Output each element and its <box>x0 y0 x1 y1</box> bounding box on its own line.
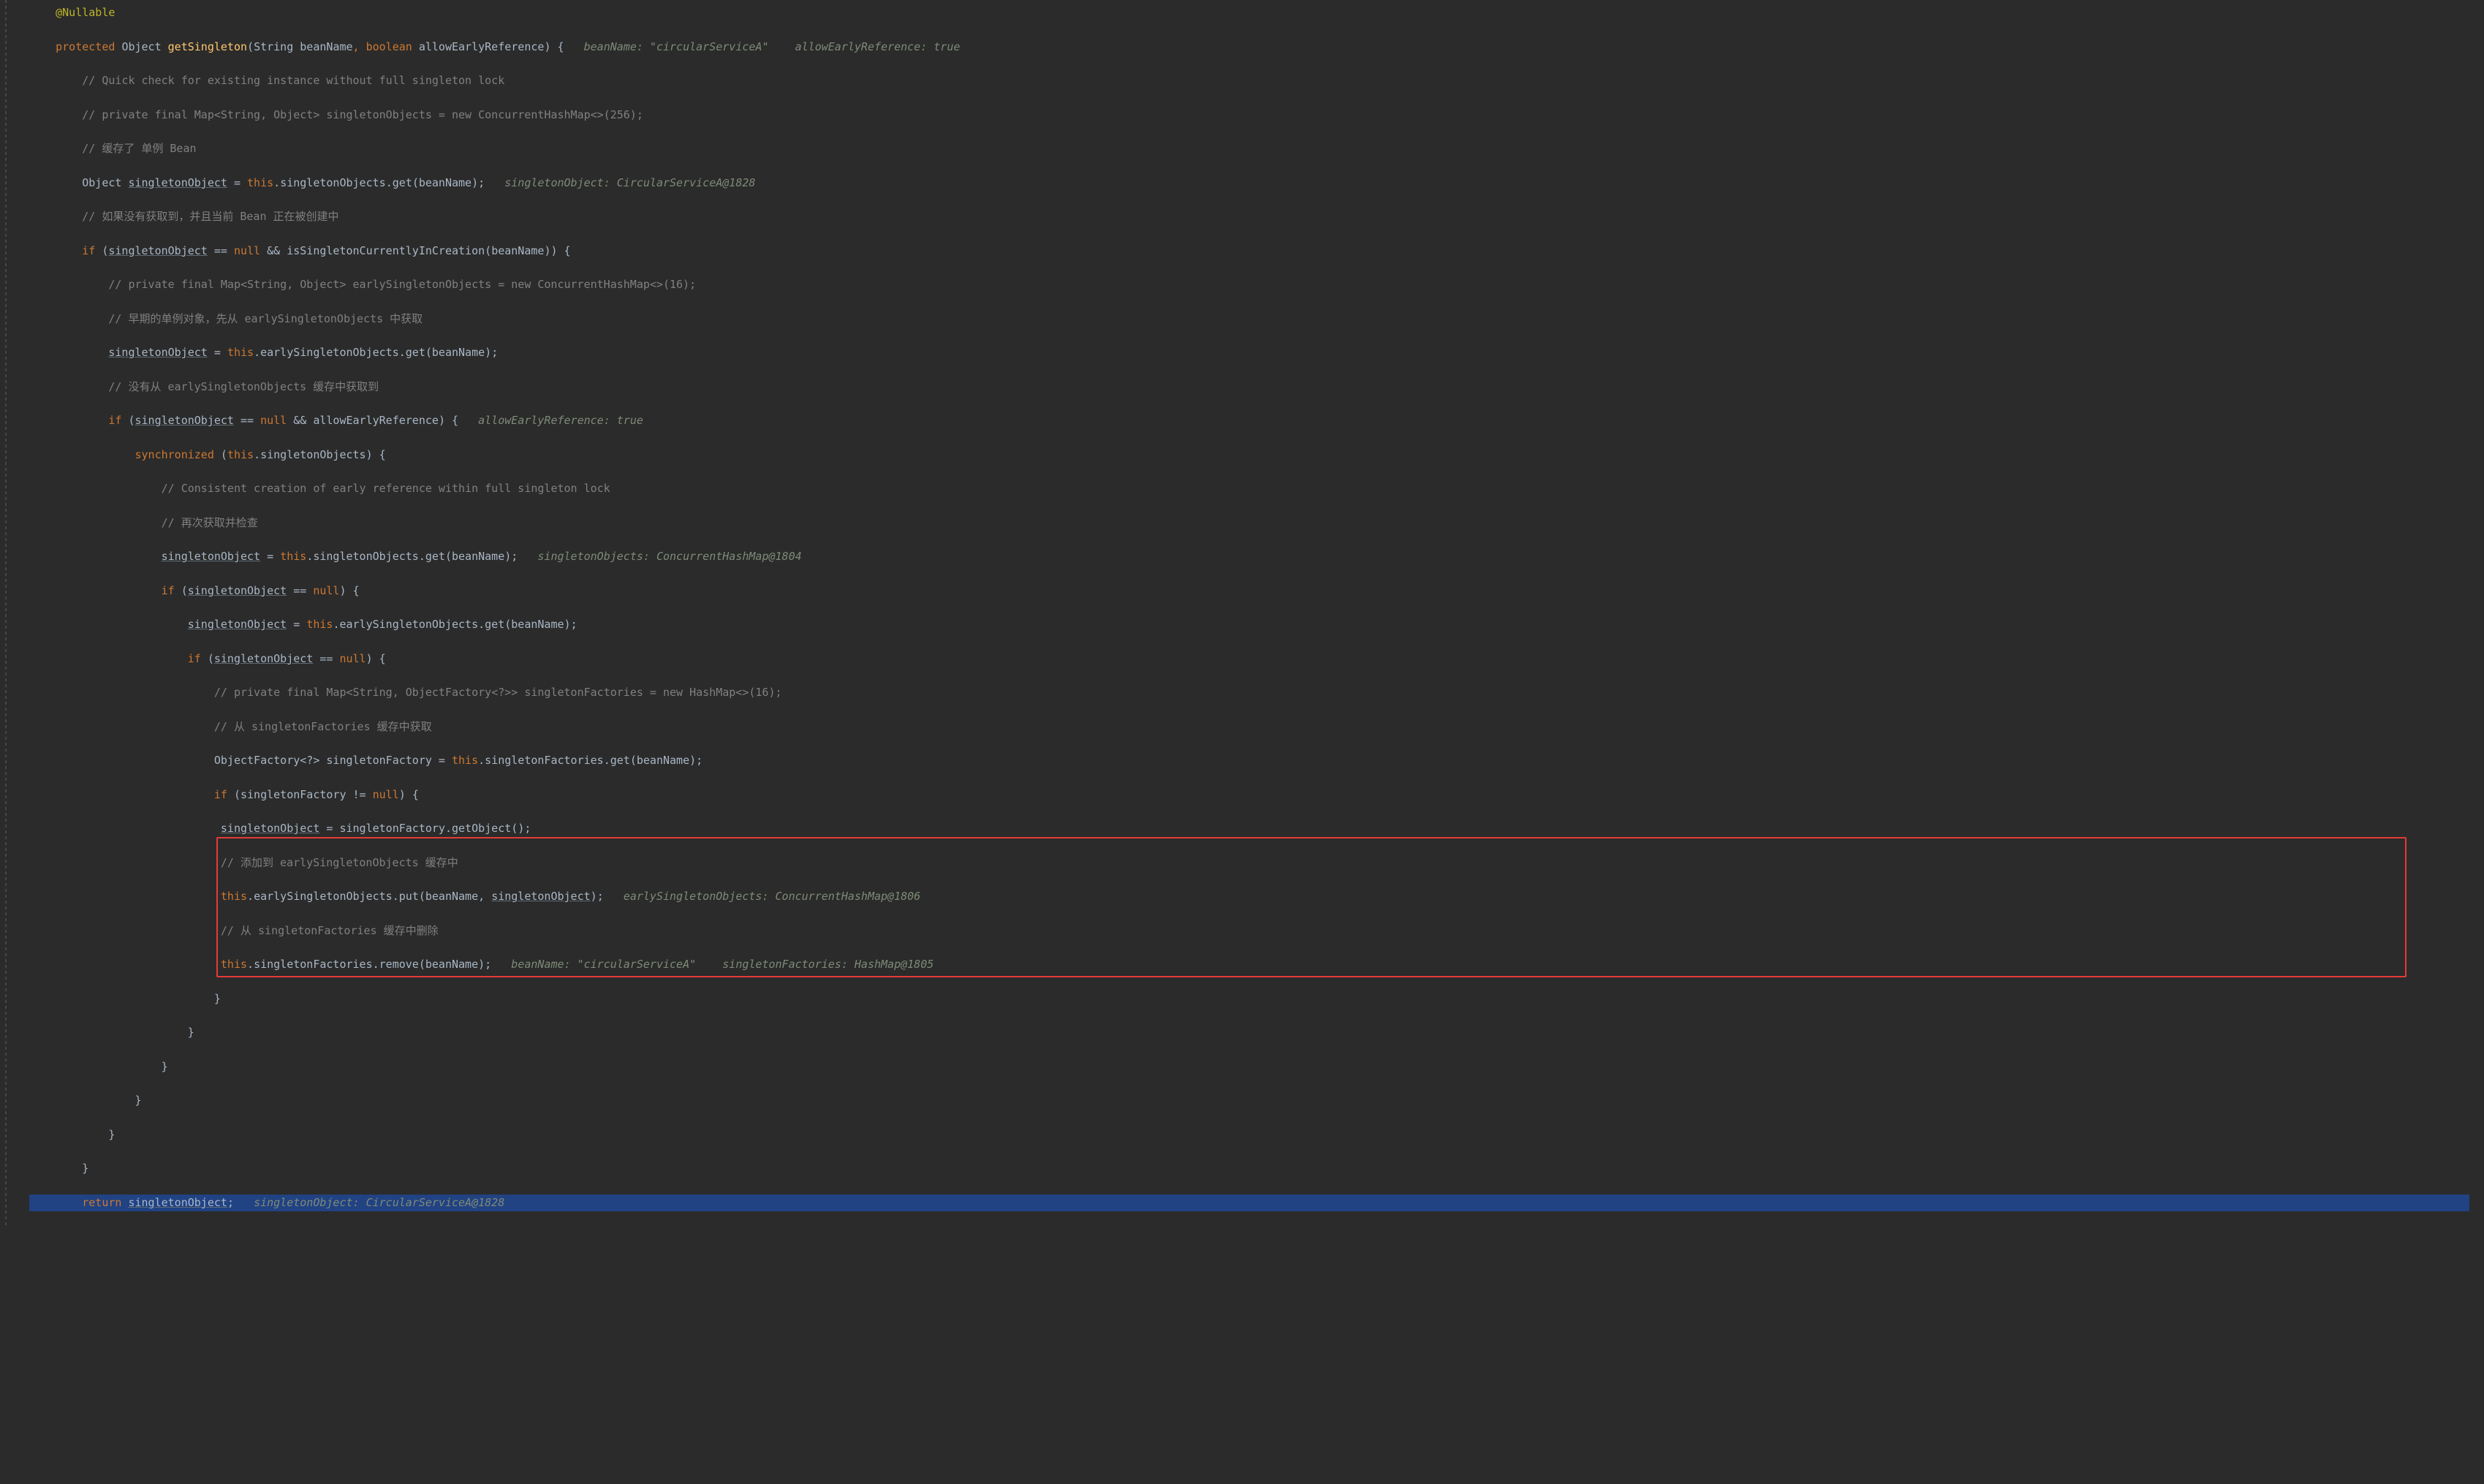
comment: // Consistent creation of early referenc… <box>162 482 610 495</box>
value-hint: singletonObject: CircularServiceA@1828 <box>504 176 755 189</box>
value-hint: singletonObjects: ConcurrentHashMap@1804 <box>537 550 801 563</box>
code-editor[interactable]: @Nullable protected Object getSingleton(… <box>0 0 2484 1228</box>
comment: // 早期的单例对象，先从 earlySingletonObjects 中获取 <box>108 312 423 325</box>
value-hint: earlySingletonObjects: ConcurrentHashMap… <box>624 890 920 903</box>
code-block[interactable]: @Nullable protected Object getSingleton(… <box>0 4 2484 1228</box>
editor-gutter <box>0 0 13 1228</box>
method-name: getSingleton <box>168 40 247 53</box>
comment: // 从 singletonFactories 缓存中删除 <box>221 924 439 937</box>
comment: // Quick check for existing instance wit… <box>82 74 504 87</box>
param-hint: beanName: "circularServiceA" <box>584 40 769 53</box>
comment: // 没有从 earlySingletonObjects 缓存中获取到 <box>108 380 379 393</box>
comment: // 添加到 earlySingletonObjects 缓存中 <box>221 856 458 869</box>
comment: // private final Map<String, Object> ear… <box>108 278 696 291</box>
execution-line: return singletonObject; singletonObject:… <box>29 1195 2469 1211</box>
comment: // private final Map<String, ObjectFacto… <box>214 686 782 699</box>
comment: // 缓存了 单例 Bean <box>82 142 196 155</box>
annotation-nullable: @Nullable <box>56 6 115 19</box>
box-anchor-end: this.singletonFactories.remove(beanName)… <box>29 956 2469 973</box>
comment: // 再次获取并检查 <box>162 516 258 529</box>
value-hint: beanName: "circularServiceA" <box>511 958 696 971</box>
value-hint: allowEarlyReference: true <box>478 414 643 427</box>
comment: // private final Map<String, Object> sin… <box>82 108 643 121</box>
value-hint: singletonObject: CircularServiceA@1828 <box>254 1196 504 1209</box>
value-hint: singletonFactories: HashMap@1805 <box>722 958 934 971</box>
param-hint: allowEarlyReference: true <box>795 40 961 53</box>
comment: // 如果没有获取到，并且当前 Bean 正在被创建中 <box>82 210 338 223</box>
box-anchor-start: singletonObject = singletonFactory.getOb… <box>29 820 2469 837</box>
comment: // 从 singletonFactories 缓存中获取 <box>214 720 432 733</box>
